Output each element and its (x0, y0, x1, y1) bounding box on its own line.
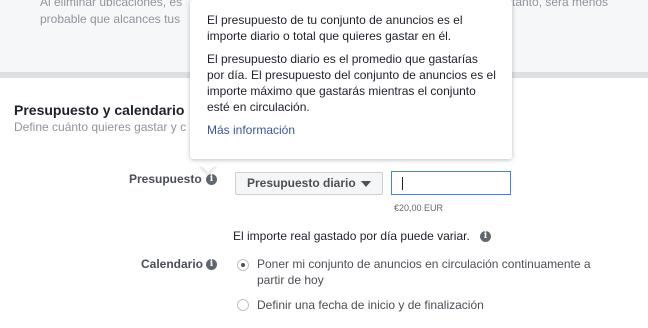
tooltip-paragraph-1: El presupuesto de tu conjunto de anuncio… (207, 13, 463, 43)
tooltip-paragraph-2: El presupuesto diario es el promedio que… (207, 52, 496, 114)
budget-type-value: Presupuesto diario (247, 176, 356, 190)
budget-variation-note: El importe real gastado por día puede va… (233, 229, 470, 243)
section-title: Presupuesto y calendario (14, 102, 185, 118)
background-line-1-right: tanto, será menos (512, 0, 609, 9)
schedule-dates-label[interactable]: Definir una fecha de inicio y de finaliz… (257, 297, 484, 313)
more-info-link[interactable]: Más información (207, 123, 295, 137)
schedule-dates-radio[interactable] (237, 299, 249, 311)
info-icon[interactable]: i (206, 174, 217, 185)
schedule-continuous-label[interactable]: Poner mi conjunto de anuncios en circula… (257, 256, 617, 288)
info-icon[interactable]: i (206, 259, 217, 270)
schedule-label: Calendario (141, 257, 204, 271)
text-cursor (402, 177, 403, 190)
budget-type-dropdown[interactable]: Presupuesto diario (235, 172, 383, 195)
budget-tooltip: El presupuesto de tu conjunto de anuncio… (190, 0, 512, 159)
budget-amount-hint: €20,00 EUR (394, 203, 444, 213)
schedule-continuous-radio[interactable] (237, 259, 249, 271)
budget-amount-input[interactable] (391, 171, 511, 195)
caret-down-icon (361, 181, 371, 187)
info-icon[interactable]: i (480, 231, 491, 242)
radio-selected-dot (241, 263, 245, 267)
budget-label: Presupuesto (129, 172, 202, 186)
section-subtitle: Define cuánto quieres gastar y c (14, 120, 187, 134)
